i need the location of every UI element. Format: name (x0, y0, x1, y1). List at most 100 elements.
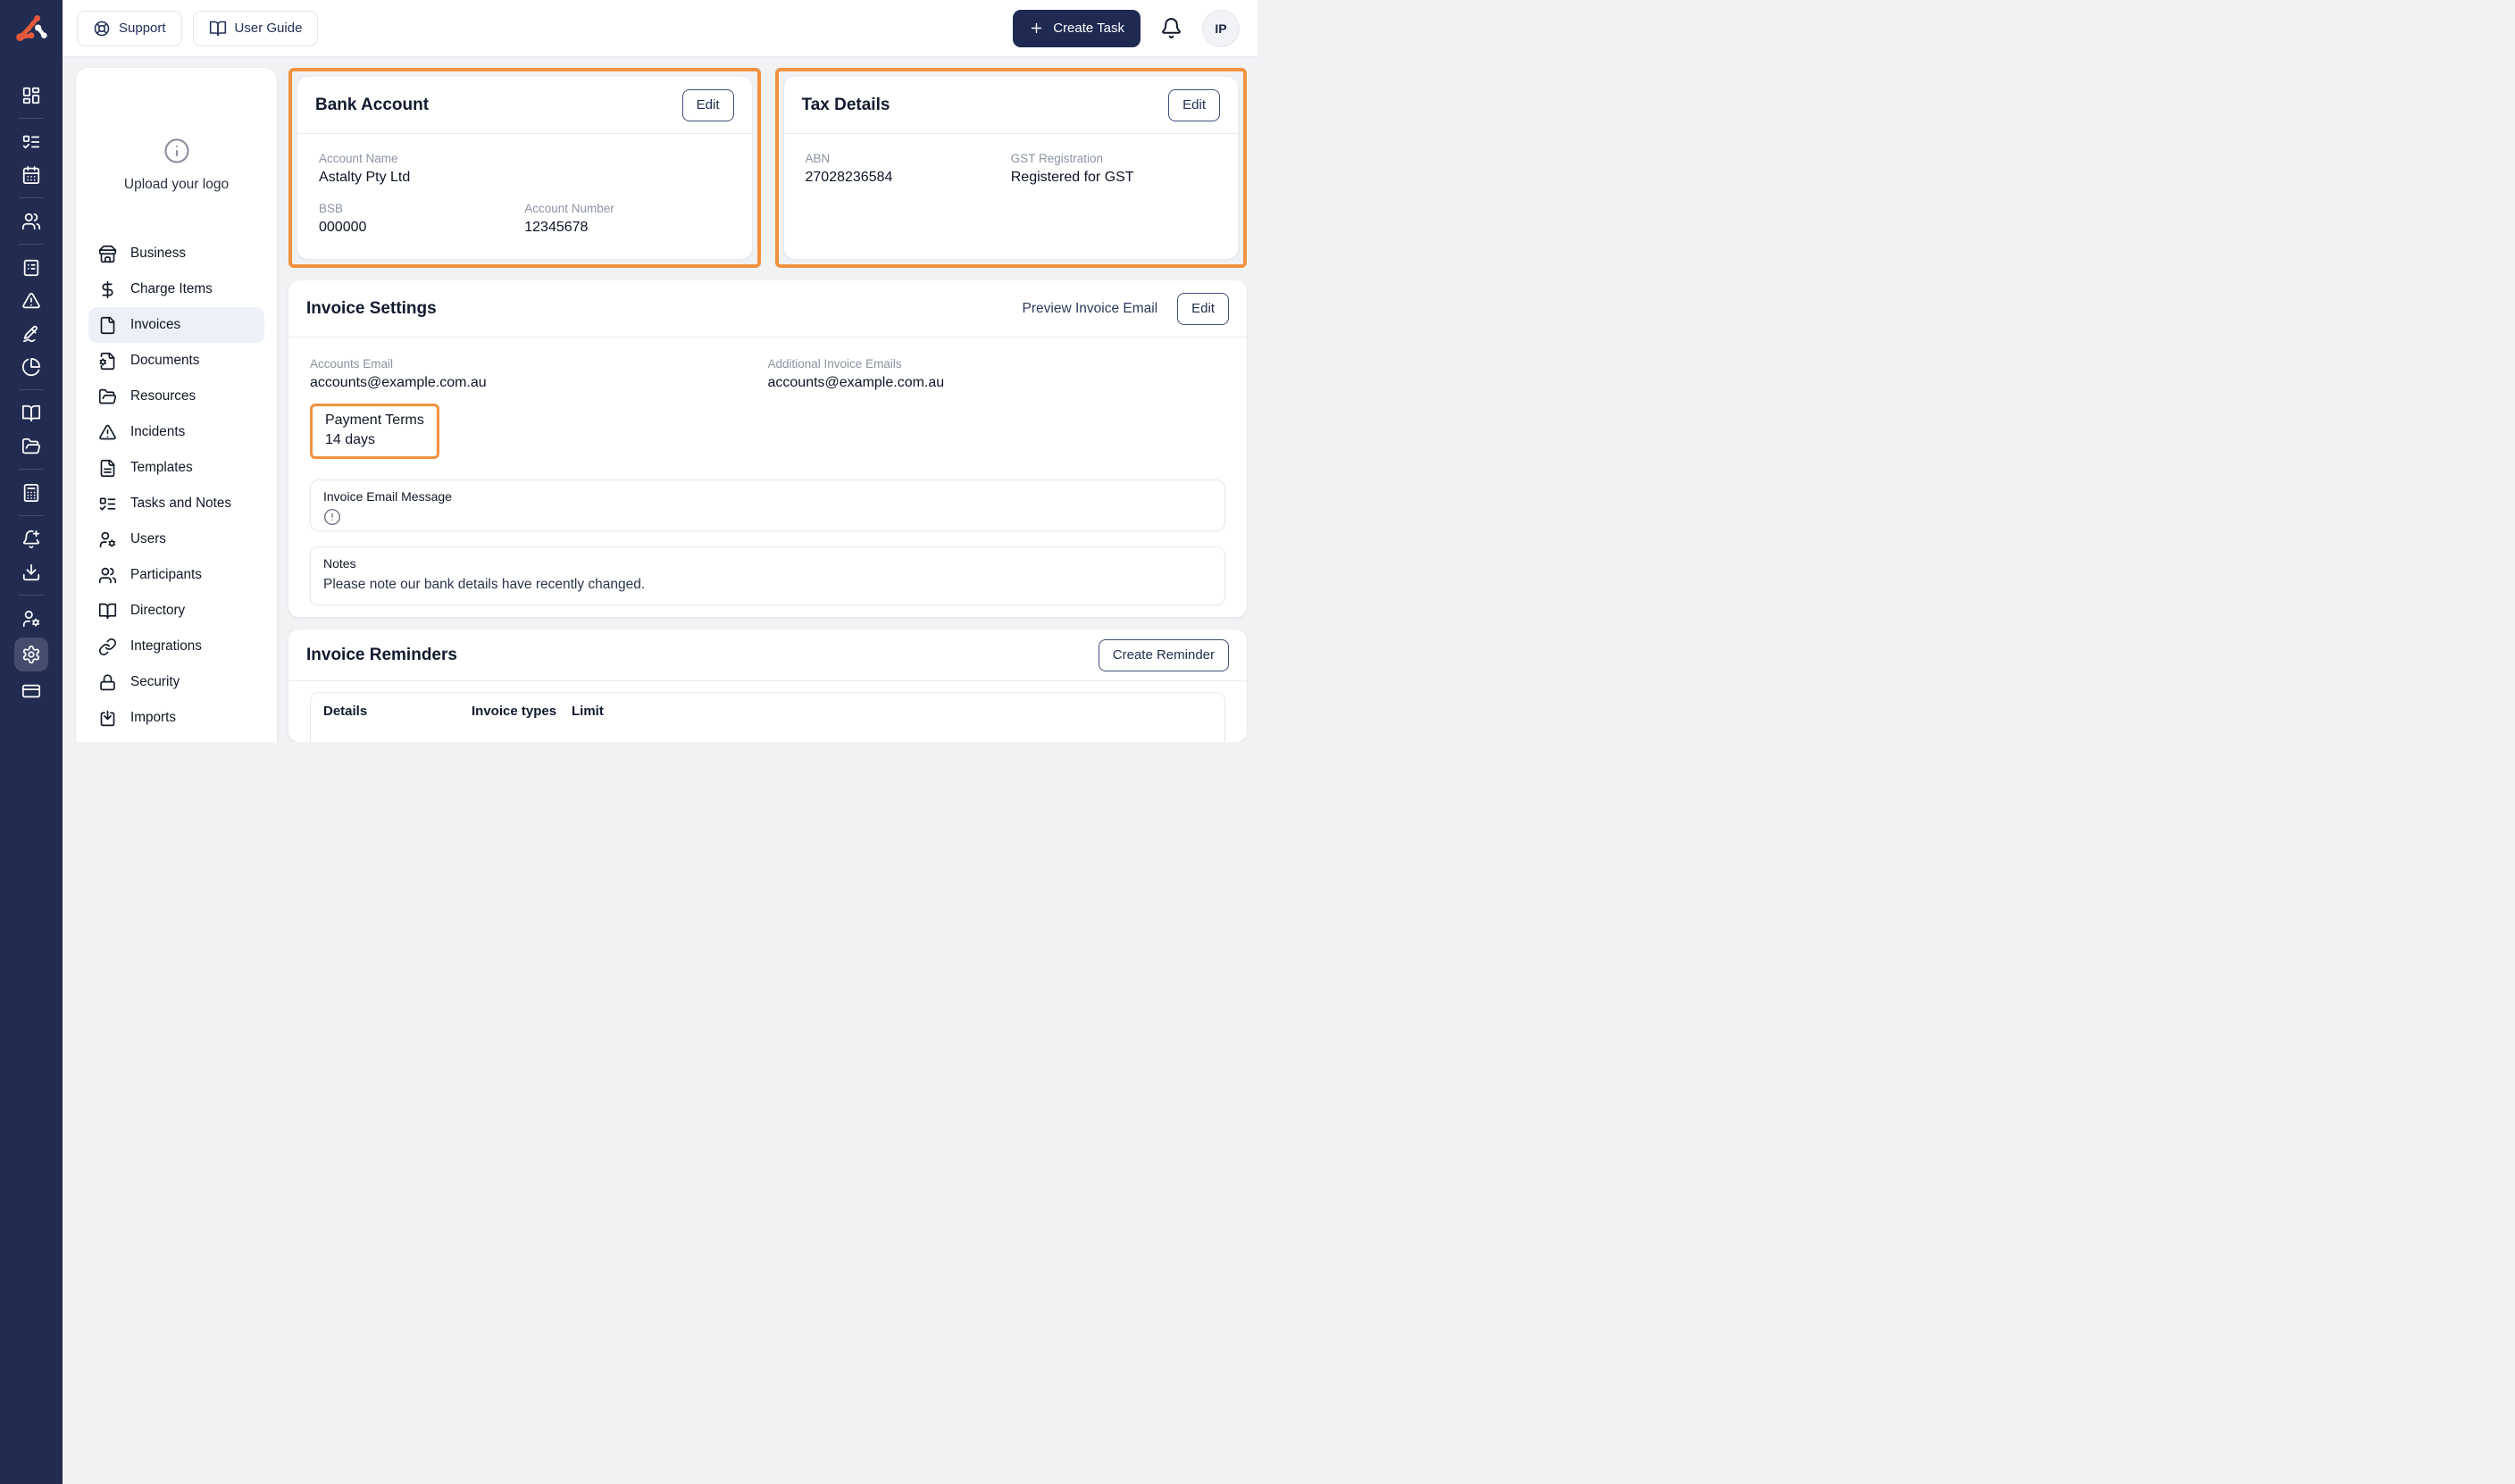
calculator-icon[interactable] (14, 476, 48, 509)
signature-icon[interactable] (14, 317, 48, 350)
pie-chart-icon[interactable] (14, 350, 48, 383)
invoice-email-message-box[interactable]: Invoice Email Message (310, 479, 1225, 531)
folder-open-icon (98, 388, 117, 404)
additional-invoice-emails-label: Additional Invoice Emails (767, 357, 902, 371)
nav-label: Resources (130, 388, 196, 404)
nav-label: Integrations (130, 638, 202, 654)
notes-value: Please note our bank details have recent… (323, 577, 646, 592)
column-header-details: Details (323, 704, 368, 719)
nav-item-users[interactable]: Users (88, 521, 264, 557)
invoice-settings-card: Invoice Settings Preview Invoice Email E… (288, 280, 1247, 617)
divider (19, 389, 44, 390)
divider (19, 515, 44, 516)
account-number-field: Account Number 12345678 (524, 202, 730, 236)
support-label: Support (119, 21, 166, 36)
book-open-icon (98, 603, 117, 619)
bank-account-card: Bank Account Edit Account Name Astalty P… (297, 77, 752, 259)
book-open-icon[interactable] (14, 396, 48, 429)
nav-item-directory[interactable]: Directory (88, 593, 264, 629)
upload-logo-area[interactable]: Upload your logo (76, 68, 277, 193)
settings-icon[interactable] (14, 638, 48, 671)
nav-item-templates[interactable]: Templates (88, 450, 264, 486)
accounts-email-label: Accounts Email (310, 357, 394, 371)
nav-item-documents[interactable]: Documents (88, 343, 264, 379)
download-icon[interactable] (14, 555, 48, 588)
create-task-label: Create Task (1053, 21, 1124, 36)
nav-label: Charge Items (130, 281, 213, 296)
nav-label: Tasks and Notes (130, 496, 232, 511)
additional-invoice-emails-field: Additional Invoice Emails accounts@examp… (768, 357, 1226, 391)
account-name-value: Astalty Pty Ltd (319, 170, 411, 185)
nav-label: Business (130, 246, 187, 261)
gst-field: GST Registration Registered for GST (1011, 152, 1216, 186)
user-cog-icon[interactable] (14, 602, 48, 635)
user-cog-icon (99, 531, 116, 547)
nav-label: Imports (130, 710, 176, 725)
nav-label: Incidents (130, 424, 186, 439)
nav-item-imports[interactable]: Imports (88, 700, 264, 736)
nav-item-resources[interactable]: Resources (88, 379, 264, 414)
gst-registration-value: Registered for GST (1010, 170, 1134, 185)
alert-circle-icon (323, 508, 341, 526)
file-list-icon[interactable] (14, 251, 48, 284)
file-text-icon (100, 459, 115, 477)
users-icon[interactable] (14, 204, 48, 238)
avatar-initials: IP (1215, 21, 1227, 36)
bank-account-edit-button[interactable]: Edit (681, 88, 734, 121)
create-task-button[interactable]: Create Task (1013, 9, 1141, 47)
payment-terms-label: Payment Terms (325, 413, 424, 428)
users-icon (98, 567, 117, 583)
alert-triangle-icon[interactable] (14, 284, 48, 317)
nav-item-security[interactable]: Security (88, 664, 264, 700)
book-open-icon (209, 21, 226, 36)
nav-item-tasks-and-notes[interactable]: Tasks and Notes (88, 486, 264, 521)
app-logo[interactable] (13, 11, 50, 48)
nav-label: Users (130, 531, 166, 546)
support-button[interactable]: Support (77, 10, 182, 46)
nav-item-business[interactable]: Business (88, 236, 264, 271)
payment-terms-value: 14 days (325, 432, 376, 447)
notes-box[interactable]: Notes Please note our bank details have … (310, 546, 1225, 605)
topbar: Support User Guide Create Task IP (63, 0, 1258, 57)
calendar-icon[interactable] (14, 158, 48, 191)
folder-open-icon[interactable] (14, 429, 48, 463)
accounts-email-field: Accounts Email accounts@example.com.au (310, 357, 768, 391)
bsb-value: 000000 (319, 220, 367, 235)
list-checks-icon (99, 497, 116, 510)
bank-account-highlight: Bank Account Edit Account Name Astalty P… (288, 68, 761, 268)
nav-item-integrations[interactable]: Integrations (88, 629, 264, 664)
gst-registration-label: GST Registration (1010, 152, 1104, 165)
notes-label: Notes (323, 556, 356, 571)
life-buoy-icon (94, 21, 110, 36)
invoice-reminders-card: Invoice Reminders Create Reminder Detail… (288, 629, 1247, 742)
main-content: Bank Account Edit Account Name Astalty P… (288, 68, 1247, 742)
bell-plus-icon[interactable] (14, 522, 48, 555)
user-avatar[interactable]: IP (1202, 9, 1240, 47)
divider (19, 118, 44, 119)
upload-logo-label: Upload your logo (123, 177, 230, 192)
preview-invoice-email-link[interactable]: Preview Invoice Email (1023, 301, 1158, 317)
user-guide-button[interactable]: User Guide (192, 10, 319, 46)
invoice-email-message-label: Invoice Email Message (323, 489, 452, 504)
nav-item-incidents[interactable]: Incidents (88, 414, 264, 450)
reminders-table: Details Invoice types Limit (310, 692, 1225, 742)
nav-item-participants[interactable]: Participants (88, 557, 264, 593)
credit-card-icon[interactable] (14, 674, 48, 707)
invoice-settings-edit-button[interactable]: Edit (1177, 292, 1229, 325)
dashboard-icon[interactable] (14, 79, 48, 112)
nav-label: Participants (130, 567, 202, 582)
tax-details-edit-button[interactable]: Edit (1168, 88, 1220, 121)
invoice-settings-title: Invoice Settings (306, 298, 437, 318)
file-cog-icon (99, 352, 115, 370)
account-name-label: Account Name (319, 152, 398, 165)
nav-label: Security (130, 674, 180, 689)
create-reminder-button[interactable]: Create Reminder (1098, 638, 1229, 671)
account-number-label: Account Number (524, 202, 614, 215)
notifications-bell-icon[interactable] (1160, 17, 1182, 39)
nav-item-invoices[interactable]: Invoices (88, 307, 264, 343)
nav-item-charge-items[interactable]: Charge Items (88, 271, 264, 307)
list-checks-icon[interactable] (14, 125, 48, 158)
import-icon (100, 710, 115, 726)
divider (19, 595, 44, 596)
nav-label: Templates (130, 460, 193, 475)
